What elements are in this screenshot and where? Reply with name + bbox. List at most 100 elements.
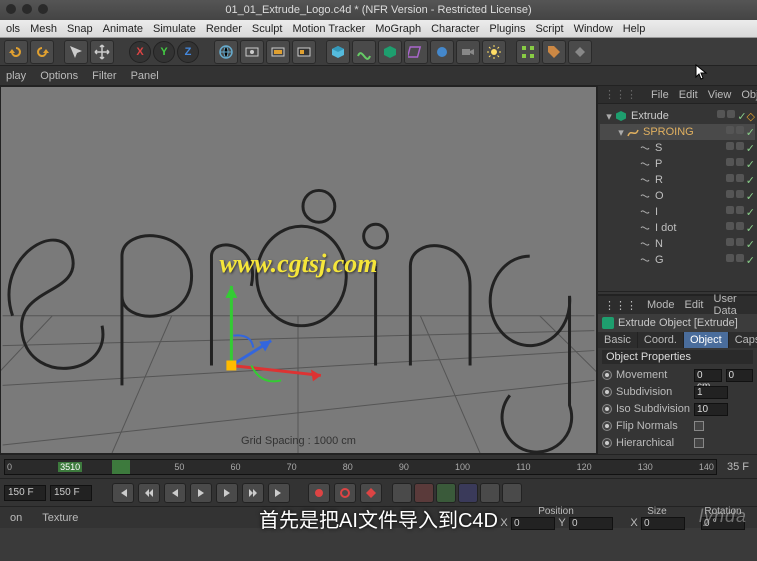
- menu-simulate[interactable]: Simulate: [153, 23, 196, 35]
- keyframe-selection-button[interactable]: [360, 483, 382, 503]
- add-generator-button[interactable]: [378, 40, 402, 64]
- attr-tab-caps[interactable]: Caps: [729, 332, 757, 348]
- om-objects-menu[interactable]: Objects: [741, 89, 757, 101]
- tree-item-flags[interactable]: ✓: [726, 174, 755, 187]
- start-frame-field[interactable]: 150 F: [4, 485, 46, 501]
- visibility-editor-dot[interactable]: [726, 190, 734, 198]
- key-rot-toggle[interactable]: [436, 483, 456, 503]
- tag-button[interactable]: [542, 40, 566, 64]
- end-frame-field[interactable]: 150 F: [50, 485, 92, 501]
- add-light-button[interactable]: [482, 40, 506, 64]
- visibility-editor-dot[interactable]: [726, 142, 734, 150]
- x-axis-toggle[interactable]: X: [129, 41, 151, 63]
- tree-item-flags[interactable]: ✓: [726, 142, 755, 155]
- goto-end-button[interactable]: [268, 483, 290, 503]
- anim-dot-icon[interactable]: [602, 421, 612, 431]
- attr-tab-basic[interactable]: Basic: [598, 332, 638, 348]
- key-misc-toggle[interactable]: [502, 483, 522, 503]
- tree-item-flags[interactable]: ✓: [726, 206, 755, 219]
- tree-item-flags[interactable]: ✓: [726, 190, 755, 203]
- menu-render[interactable]: Render: [206, 23, 242, 35]
- disclosure-triangle-icon[interactable]: ▾: [604, 110, 614, 123]
- object-manager-tree[interactable]: ▾Extrude✓ ◇▾SPROING✓S✓P✓R✓O✓I✓I dot✓N✓G✓: [598, 104, 757, 292]
- tree-item-sproing[interactable]: ▾SPROING✓: [600, 124, 755, 140]
- visibility-render-dot[interactable]: [736, 142, 744, 150]
- tree-item-flags[interactable]: ✓: [717, 110, 746, 123]
- menu-motion tracker[interactable]: Motion Tracker: [292, 23, 365, 35]
- prev-frame-button[interactable]: [164, 483, 186, 503]
- check-icon[interactable]: ✓: [746, 238, 755, 251]
- z-axis-toggle[interactable]: Z: [177, 41, 199, 63]
- check-icon[interactable]: ✓: [746, 142, 755, 155]
- visibility-editor-dot[interactable]: [726, 158, 734, 166]
- visibility-editor-dot[interactable]: [726, 254, 734, 262]
- om-view-menu[interactable]: View: [708, 89, 732, 101]
- visibility-editor-dot[interactable]: [726, 126, 734, 134]
- window-traffic-lights[interactable]: [6, 4, 48, 14]
- bottom-tab-texture[interactable]: Texture: [32, 507, 88, 529]
- om-edit-menu[interactable]: Edit: [679, 89, 698, 101]
- check-icon[interactable]: ✓: [737, 110, 746, 123]
- tree-item-flags[interactable]: ✓: [726, 158, 755, 171]
- visibility-render-dot[interactable]: [736, 174, 744, 182]
- record-key-button[interactable]: [308, 483, 330, 503]
- select-tool-button[interactable]: [64, 40, 88, 64]
- tree-item-i-dot[interactable]: I dot✓: [600, 220, 755, 236]
- attr-tab-object[interactable]: Object: [684, 332, 729, 348]
- menu-script[interactable]: Script: [535, 23, 563, 35]
- key-pos-toggle[interactable]: [392, 483, 412, 503]
- visibility-render-dot[interactable]: [736, 206, 744, 214]
- add-spline-button[interactable]: [352, 40, 376, 64]
- redo-button[interactable]: [30, 40, 54, 64]
- visibility-render-dot[interactable]: [736, 190, 744, 198]
- attr-checkbox[interactable]: [694, 421, 704, 431]
- timeline-ruler[interactable]: 035105060708090100110120130140 35 F: [0, 454, 757, 478]
- check-icon[interactable]: ✓: [746, 190, 755, 203]
- tree-item-flags[interactable]: ✓: [726, 254, 755, 267]
- menu-character[interactable]: Character: [431, 23, 479, 35]
- visibility-render-dot[interactable]: [736, 222, 744, 230]
- menu-mograph[interactable]: MoGraph: [375, 23, 421, 35]
- visibility-render-dot[interactable]: [727, 110, 735, 118]
- visibility-editor-dot[interactable]: [726, 174, 734, 182]
- tree-item-p[interactable]: P✓: [600, 156, 755, 172]
- tree-item-i[interactable]: I✓: [600, 204, 755, 220]
- add-primitive-button[interactable]: [326, 40, 350, 64]
- check-icon[interactable]: ✓: [746, 126, 755, 139]
- timeline-track[interactable]: 035105060708090100110120130140: [4, 459, 717, 475]
- tree-item-g[interactable]: G✓: [600, 252, 755, 268]
- om-file-menu[interactable]: File: [651, 89, 669, 101]
- autokey-button[interactable]: [334, 483, 356, 503]
- visibility-render-dot[interactable]: [736, 158, 744, 166]
- menu-help[interactable]: Help: [623, 23, 646, 35]
- menu-plugins[interactable]: Plugins: [489, 23, 525, 35]
- menu-animate[interactable]: Animate: [103, 23, 143, 35]
- attr-value-field[interactable]: 1: [694, 386, 728, 399]
- tree-item-o[interactable]: O✓: [600, 188, 755, 204]
- disclosure-triangle-icon[interactable]: ▾: [616, 126, 626, 139]
- next-frame-button[interactable]: [216, 483, 238, 503]
- check-icon[interactable]: ✓: [746, 254, 755, 267]
- tree-item-flags[interactable]: ✓: [726, 238, 755, 251]
- pos-x-field[interactable]: 0: [511, 517, 555, 530]
- check-icon[interactable]: ✓: [746, 174, 755, 187]
- bottom-tab-1[interactable]: on: [0, 507, 32, 529]
- misc-button[interactable]: [568, 40, 592, 64]
- attr-checkbox[interactable]: [694, 438, 704, 448]
- minimize-window-button[interactable]: [22, 4, 32, 14]
- tree-item-r[interactable]: R✓: [600, 172, 755, 188]
- anim-dot-icon[interactable]: [602, 404, 612, 414]
- visibility-render-dot[interactable]: [736, 238, 744, 246]
- check-icon[interactable]: ✓: [746, 222, 755, 235]
- panel-grip-icon[interactable]: ⋮⋮⋮: [604, 88, 637, 101]
- coord-system-button[interactable]: [214, 40, 238, 64]
- tree-item-flags[interactable]: ✓: [726, 126, 755, 139]
- menu-mesh[interactable]: Mesh: [30, 23, 57, 35]
- check-icon[interactable]: ✓: [746, 206, 755, 219]
- tree-item-extrude[interactable]: ▾Extrude✓ ◇: [600, 108, 755, 124]
- close-window-button[interactable]: [6, 4, 16, 14]
- perspective-viewport[interactable]: www.cgtsj.com Grid Spacing : 1000 cm: [0, 86, 597, 454]
- menu-ols[interactable]: ols: [6, 23, 20, 35]
- tree-item-flags[interactable]: ✓: [726, 222, 755, 235]
- next-key-button[interactable]: [242, 483, 264, 503]
